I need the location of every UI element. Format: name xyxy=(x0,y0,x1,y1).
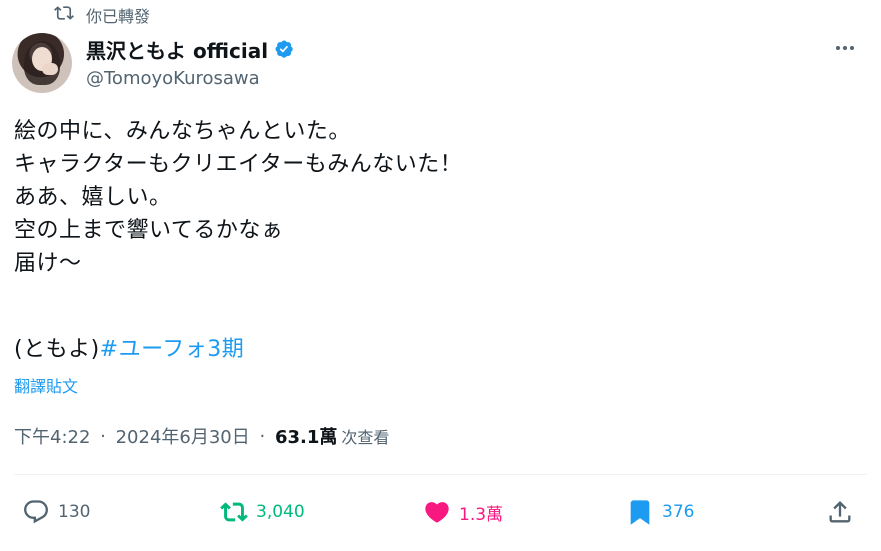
share-icon xyxy=(826,498,854,526)
tweet-line: キャラクターもクリエイターもみんないた！ xyxy=(14,152,463,177)
repost-count: 3,040 xyxy=(256,502,305,522)
tweet-line: 空の上まで響いてるかなぁ xyxy=(14,218,284,243)
verified-badge-icon xyxy=(274,39,296,61)
post-time[interactable]: 下午4:22 xyxy=(14,423,90,449)
tweet-signature-line: (ともよ)#ユーフォ3期 xyxy=(14,333,244,366)
repost-notice-label: 你已轉發 xyxy=(86,7,151,26)
avatar[interactable] xyxy=(12,33,72,93)
repost-icon xyxy=(54,3,74,27)
heart-icon xyxy=(423,498,451,526)
like-count: 1.3萬 xyxy=(459,504,504,525)
hashtag-link[interactable]: #ユーフォ3期 xyxy=(100,337,245,362)
bookmark-button[interactable]: 376 xyxy=(626,490,694,534)
meta-separator: · xyxy=(94,425,112,447)
tweet-line: 絵の中に、みんなちゃんといた。 xyxy=(14,119,351,144)
bookmark-icon xyxy=(626,498,654,526)
more-dots-icon xyxy=(836,46,854,50)
repost-icon xyxy=(220,498,248,526)
repost-button[interactable]: 3,040 xyxy=(220,490,305,534)
like-button[interactable]: 1.3萬 xyxy=(423,490,503,534)
reply-button[interactable]: 130 xyxy=(22,490,90,534)
reply-icon xyxy=(22,498,50,526)
translate-post-link[interactable]: 翻譯貼文 xyxy=(14,373,78,397)
share-button[interactable] xyxy=(826,490,854,534)
views-label: 次查看 xyxy=(341,428,390,447)
reply-count: 130 xyxy=(58,502,91,522)
tweet-body: 絵の中に、みんなちゃんといた。 キャラクターもクリエイターもみんないた！ ああ、… xyxy=(14,115,462,280)
tweet-line: ああ、嬉しい。 xyxy=(14,185,172,210)
author-name-row[interactable]: 黒沢ともよ official xyxy=(86,35,296,64)
tweet-meta: 下午4:22 · 2024年6月30日 · 63.1萬 次查看 xyxy=(14,423,389,449)
tweet-line: 届け〜 xyxy=(14,251,82,276)
action-bar: 130 3,040 1.3萬 376 xyxy=(0,490,881,534)
repost-notice[interactable]: 你已轉發 xyxy=(54,3,150,27)
author-handle[interactable]: @TomoyoKurosawa xyxy=(86,68,260,89)
more-options-button[interactable] xyxy=(831,36,859,60)
post-date[interactable]: 2024年6月30日 xyxy=(116,423,250,449)
divider xyxy=(14,474,867,475)
signature-prefix: (ともよ) xyxy=(14,337,100,362)
views-count: 63.1萬 xyxy=(274,427,338,448)
meta-separator: · xyxy=(253,425,271,447)
bookmark-count: 376 xyxy=(662,502,695,522)
author-display-name[interactable]: 黒沢ともよ official xyxy=(86,35,268,64)
